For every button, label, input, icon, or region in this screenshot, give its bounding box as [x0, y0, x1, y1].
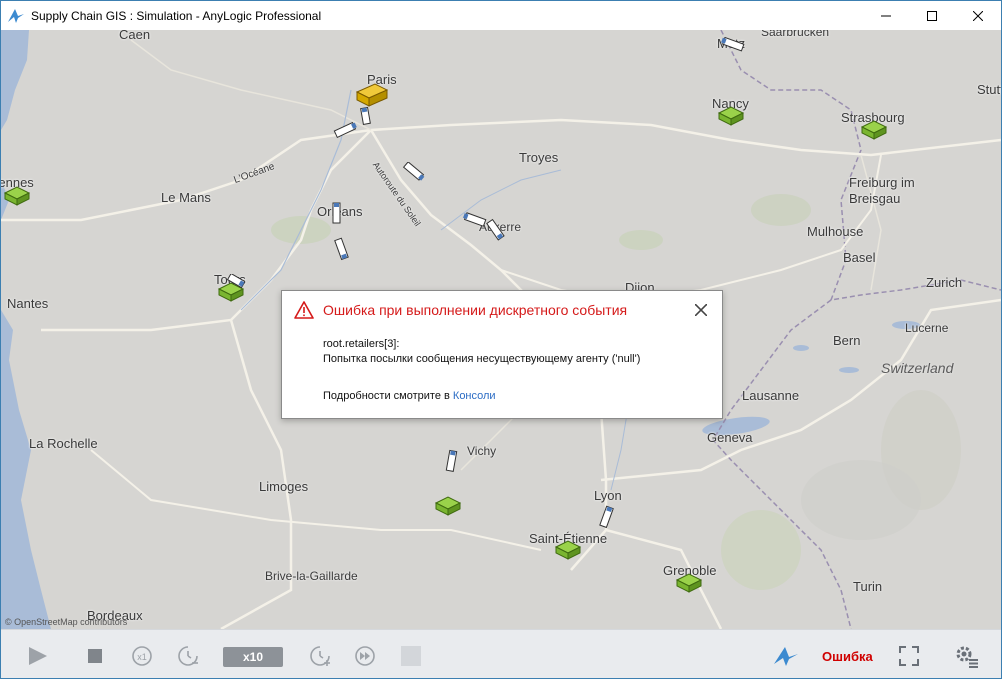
close-icon — [973, 10, 983, 21]
truck-icon[interactable] — [597, 504, 617, 530]
city-label-lausanne: Lausanne — [742, 388, 800, 403]
speed-indicator: x10 — [223, 647, 283, 667]
minimize-icon — [881, 15, 891, 16]
settings-gear-icon — [956, 646, 978, 668]
city-label-vichy: Vichy — [467, 444, 497, 458]
dialog-line-source: root.retailers[3]: — [323, 338, 400, 350]
stop-icon — [88, 649, 102, 663]
city-label-caen: Caen — [119, 30, 151, 42]
gis-map[interactable]: Caen Paris Nancy Strasbourg Troyes Renne… — [1, 30, 1001, 629]
dialog-header: Ошибка при выполнении дискретного событи… — [294, 301, 627, 319]
retailer-icon[interactable] — [675, 572, 703, 594]
slow-down-button[interactable] — [176, 644, 200, 668]
title-bar: Supply Chain GIS : Simulation - AnyLogic… — [1, 1, 1001, 30]
city-label-stuttgart: Stuttgart — [977, 82, 1001, 97]
dialog-close-button[interactable] — [692, 301, 710, 319]
app-window: Supply Chain GIS : Simulation - AnyLogic… — [0, 0, 1002, 679]
fullscreen-icon — [899, 646, 919, 666]
city-label-le-mans: Le Mans — [161, 190, 211, 205]
realtime-button[interactable]: x1 — [130, 644, 154, 668]
speed-up-icon — [310, 646, 330, 666]
city-label-troyes: Troyes — [519, 150, 559, 165]
truck-icon[interactable] — [443, 448, 461, 474]
fast-forward-icon — [355, 646, 375, 666]
anylogic-logo-icon — [774, 647, 798, 666]
city-label-brive: Brive-la-Gaillarde — [265, 569, 358, 583]
retailer-icon[interactable] — [554, 539, 582, 561]
city-label-zurich: Zurich — [926, 275, 963, 290]
settings-button[interactable] — [954, 644, 978, 668]
close-button[interactable] — [955, 1, 1001, 30]
window-controls — [863, 1, 1001, 30]
simulation-toolbar: x1 x10 Ошибка — [1, 629, 1001, 678]
warning-icon — [294, 301, 314, 319]
country-label-switzerland: Switzerland — [881, 360, 954, 376]
retailer-icon[interactable] — [860, 119, 888, 141]
truck-icon[interactable] — [227, 274, 245, 288]
fullscreen-button[interactable] — [897, 644, 921, 668]
truck-icon[interactable] — [328, 200, 344, 226]
retailer-icon[interactable] — [717, 105, 745, 127]
city-label-limoges: Limoges — [259, 479, 309, 494]
city-label-geneva: Geneva — [707, 430, 753, 445]
run-button[interactable] — [26, 644, 50, 668]
city-label-turin: Turin — [853, 579, 883, 594]
pause-placeholder-button[interactable] — [399, 644, 423, 668]
model-status: Ошибка — [822, 649, 873, 664]
city-label-mulhouse: Mulhouse — [807, 224, 864, 239]
city-label-lucerne: Lucerne — [905, 321, 949, 335]
city-label-lyon: Lyon — [594, 488, 622, 503]
window-title: Supply Chain GIS : Simulation - AnyLogic… — [31, 8, 322, 23]
truck-icon[interactable] — [331, 236, 351, 262]
dialog-title: Ошибка при выполнении дискретного событи… — [323, 302, 628, 318]
city-label-basel: Basel — [843, 250, 876, 265]
truck-icon[interactable] — [485, 218, 505, 242]
realtime-x1-icon: x1 — [132, 646, 152, 666]
city-label-saarbrucken: Saarbrücken — [761, 30, 830, 39]
close-icon — [695, 304, 707, 316]
play-icon — [29, 647, 47, 665]
map-attribution: © OpenStreetMap contributors — [5, 617, 128, 627]
slow-down-icon — [178, 646, 198, 666]
maximize-icon — [927, 10, 937, 21]
truck-icon[interactable] — [401, 162, 427, 182]
dialog-message: root.retailers[3]: Попытка посылки сообщ… — [323, 337, 640, 367]
city-label-freiburg: Freiburg im Breisgau — [849, 175, 915, 206]
anylogic-button[interactable] — [772, 644, 800, 668]
svg-text:x1: x1 — [137, 652, 147, 662]
city-label-nantes: Nantes — [7, 296, 49, 311]
dialog-line-error: Попытка посылки сообщения несуществующем… — [323, 353, 641, 365]
console-link[interactable]: Консоли — [453, 390, 496, 402]
maximize-button[interactable] — [909, 1, 955, 30]
blank-square-icon — [401, 646, 421, 666]
city-label-la-rochelle: La Rochelle — [29, 436, 98, 451]
stop-button[interactable] — [83, 644, 107, 668]
anylogic-logo-icon — [8, 8, 24, 23]
virtual-time-button[interactable] — [353, 644, 377, 668]
truck-icon[interactable] — [357, 105, 373, 127]
truck-icon[interactable] — [333, 122, 359, 138]
truck-icon[interactable] — [721, 37, 747, 53]
retailer-icon[interactable] — [3, 185, 31, 207]
dialog-details-prefix: Подробности смотрите в — [323, 390, 453, 402]
minimize-button[interactable] — [863, 1, 909, 30]
dialog-details: Подробности смотрите в Консоли — [323, 390, 496, 402]
speed-up-button[interactable] — [308, 644, 332, 668]
error-dialog: Ошибка при выполнении дискретного событи… — [281, 290, 723, 419]
retailer-icon[interactable] — [434, 495, 462, 517]
city-label-bern: Bern — [833, 333, 861, 348]
